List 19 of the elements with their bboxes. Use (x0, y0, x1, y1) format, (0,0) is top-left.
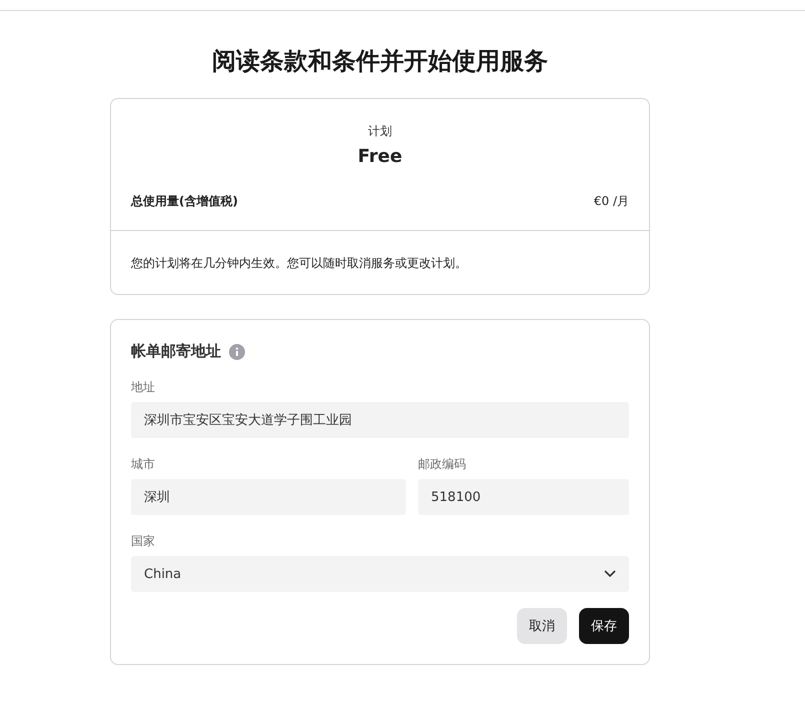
chevron-down-icon (604, 570, 616, 578)
page-title: 阅读条款和条件并开始使用服务 (211, 46, 549, 77)
field-label: 地址 (131, 379, 156, 396)
save-button[interactable]: 保存 (579, 608, 629, 644)
field-label: 邮政编码 (418, 456, 467, 473)
address-field[interactable]: 深圳市宝安区宝安大道学子围工业园 (131, 402, 629, 438)
city-field[interactable]: 深圳 (131, 479, 406, 515)
total-label: 总使用量(含增值税) (131, 193, 238, 210)
cancel-button[interactable]: 取消 (517, 608, 567, 644)
info-icon[interactable] (229, 344, 245, 360)
field-label: 城市 (131, 456, 156, 473)
total-value: €0 /月 (594, 193, 629, 210)
country-select[interactable]: China (131, 556, 629, 592)
postcode-field[interactable]: 518100 (418, 479, 629, 515)
plan-name: Free (356, 146, 404, 167)
plan-label: 计划 (367, 123, 393, 140)
field-label: 国家 (131, 533, 156, 550)
plan-note: 您的计划将在几分钟内生效。您可以随时取消服务或更改计划。 (131, 256, 467, 270)
billing-heading: 帐单邮寄地址 (131, 342, 221, 361)
